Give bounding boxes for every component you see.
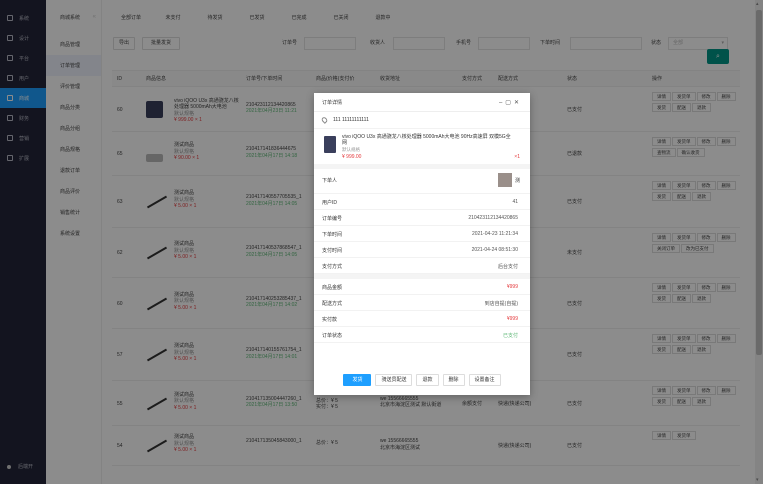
detail-row: 用户ID 41 — [314, 194, 530, 210]
courier-delivery-button[interactable]: 骑送员配送 — [375, 374, 413, 386]
buyer-avatar — [498, 173, 512, 187]
delete-button[interactable]: 删除 — [442, 374, 465, 386]
modal-body[interactable]: 111 11111111111 vivo iQOO U3x 高通骁龙八核处理器 … — [314, 112, 530, 368]
detail-label: 下单时间 — [322, 232, 343, 238]
refund-button[interactable]: 退款 — [416, 374, 439, 386]
close-icon[interactable]: ✕ — [514, 100, 522, 106]
maximize-icon[interactable]: ▢ — [505, 100, 514, 106]
detail-label: 订单编号 — [322, 216, 343, 222]
detail-value: 已支付 — [502, 333, 518, 339]
detail-row: 实付款 ¥999 — [314, 311, 530, 327]
buyer-label: 下单人 — [322, 178, 338, 184]
detail-value: ¥999 — [506, 316, 518, 322]
detail-row: 支付方式 后台支付 — [314, 258, 530, 274]
window-controls: –▢✕ — [499, 99, 522, 106]
buyer-name: 测 — [514, 178, 520, 184]
detail-value: 210423112134420865 — [468, 215, 518, 221]
detail-value: 41 — [512, 199, 518, 205]
detail-value: ¥999 — [506, 284, 518, 290]
location-pin-icon — [320, 116, 329, 124]
modal-footer: 发货 骑送员配送 退款 删除 设置备注 — [314, 374, 530, 388]
detail-row: 订单编号 210423112134420865 — [314, 210, 530, 226]
detail-label: 用户ID — [322, 200, 338, 206]
product-card: vivo iQOO U3x 高通骁龙八核处理器 5000mAh大电池 90Hz高… — [314, 129, 530, 169]
ship-button[interactable]: 发货 — [343, 374, 372, 386]
detail-row: 商品金额 ¥999 — [314, 279, 530, 295]
detail-value: 后台支付 — [497, 264, 518, 270]
detail-row: 订单状态 已支付 — [314, 327, 530, 343]
detail-label: 商品金额 — [322, 285, 343, 291]
detail-label: 支付时间 — [322, 248, 343, 254]
address-row: 111 11111111111 — [314, 112, 530, 129]
detail-label: 配送方式 — [322, 301, 343, 307]
detail-value: 2021-04-24 08:51:30 — [471, 247, 518, 253]
product-title: vivo iQOO U3x 高通骁龙八核处理器 5000mAh大电池 90Hz高… — [342, 134, 511, 146]
product-image — [324, 136, 336, 153]
detail-label: 订单状态 — [322, 333, 343, 339]
modal-header: 订单详情 –▢✕ — [314, 93, 530, 112]
address-text: 111 11111111111 — [333, 117, 369, 123]
buyer-row: 下单人 测 — [314, 169, 530, 194]
detail-row: 支付时间 2021-04-24 08:51:30 — [314, 242, 530, 258]
product-spec: 默认规格 — [342, 147, 360, 152]
detail-value: 到店自提(自提) — [484, 301, 518, 307]
detail-label: 实付款 — [322, 317, 338, 323]
modal-title: 订单详情 — [322, 99, 343, 106]
order-detail-modal: 订单详情 –▢✕ 111 11111111111 vivo iQOO U3x 高… — [314, 93, 530, 395]
set-remark-button[interactable]: 设置备注 — [468, 374, 501, 386]
detail-row: 配送方式 到店自提(自提) — [314, 295, 530, 311]
product-price: ¥ 999.00 — [342, 154, 362, 160]
product-quantity: ×1 — [514, 154, 520, 160]
detail-row: 下单时间 2021-04-23 11:21:34 — [314, 226, 530, 242]
detail-value: 2021-04-23 11:21:34 — [471, 231, 518, 237]
detail-label: 支付方式 — [322, 264, 343, 270]
